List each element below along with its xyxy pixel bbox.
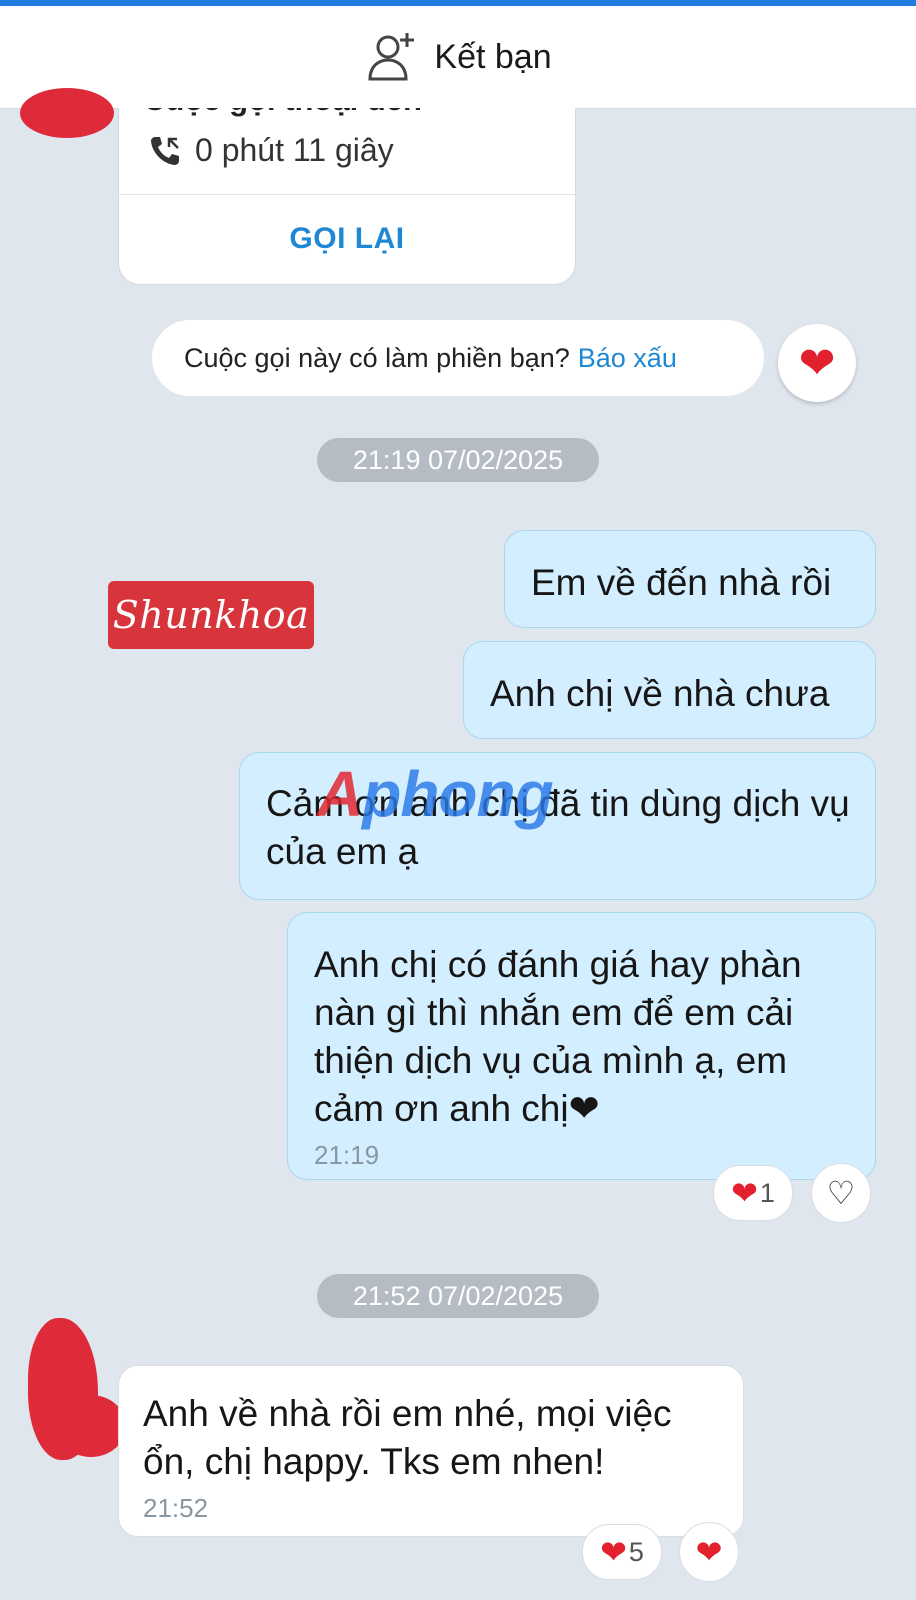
shop-watermark: Shunkhoa: [108, 581, 314, 649]
heart-icon: ❤: [600, 1534, 627, 1570]
message-bubble[interactable]: Anh chị có đánh giá hay phàn nàn gì thì …: [287, 912, 876, 1180]
duration-text: 0 phút 11 giây: [195, 132, 394, 168]
react-button[interactable]: ❤: [679, 1522, 739, 1582]
callback-button[interactable]: GỌI LẠI: [119, 194, 575, 284]
message-bubble[interactable]: Anh chị về nhà chưa: [463, 641, 876, 739]
message-text: Cảm ơn anh chị đã tin dùng dịch vụ của e…: [266, 783, 850, 872]
prompt-question: Cuộc gọi này có làm phiền bạn?: [184, 342, 570, 373]
add-friend-icon: [368, 33, 415, 81]
heart-outline-icon: ♡: [826, 1175, 856, 1211]
message-bubble[interactable]: Cảm ơn anh chị đã tin dùng dịch vụ của e…: [239, 752, 876, 900]
call-log-card: Cuộc gọi thoại đến 0 phút 11 giây GỌI LẠ…: [118, 108, 576, 285]
message-bubble[interactable]: Em về đến nhà rồi: [504, 530, 876, 628]
heart-icon: ❤: [798, 338, 836, 388]
call-title: Cuộc gọi thoại đến: [143, 108, 422, 118]
chat-header: Kết bạn: [0, 6, 916, 109]
reaction-summary[interactable]: ❤ 5: [582, 1524, 662, 1580]
reaction-summary[interactable]: ❤ 1: [713, 1165, 793, 1221]
reaction-count: 5: [628, 1536, 644, 1567]
call-duration: 0 phút 11 giây: [147, 132, 394, 169]
message-time: 21:52: [143, 1493, 209, 1523]
heart-icon: ❤: [731, 1175, 758, 1211]
time-separator: 21:52 07/02/2025: [317, 1274, 599, 1318]
add-friend-label: Kết bạn: [434, 37, 552, 76]
heart-reaction-button[interactable]: ❤: [778, 324, 856, 402]
reaction-count: 1: [759, 1177, 775, 1208]
redaction-mark: [20, 88, 114, 138]
message-text: Anh về nhà rồi em nhé, mọi việc ổn, chị …: [143, 1393, 672, 1482]
message-bubble[interactable]: Anh về nhà rồi em nhé, mọi việc ổn, chị …: [118, 1365, 744, 1537]
add-friend-button[interactable]: Kết bạn: [364, 29, 552, 85]
time-separator: 21:19 07/02/2025: [317, 438, 599, 482]
call-feedback-prompt: Cuộc gọi này có làm phiền bạn? Báo xấu: [152, 320, 764, 396]
report-link[interactable]: Báo xấu: [578, 343, 677, 374]
redaction-mark: [56, 1395, 126, 1457]
message-text: Anh chị có đánh giá hay phàn nàn gì thì …: [314, 944, 802, 1129]
heart-icon: ❤: [695, 1534, 723, 1570]
incoming-call-icon: [151, 136, 179, 165]
react-button[interactable]: ♡: [811, 1163, 871, 1223]
message-text: Em về đến nhà rồi: [531, 562, 832, 603]
message-text: Anh chị về nhà chưa: [490, 673, 830, 714]
